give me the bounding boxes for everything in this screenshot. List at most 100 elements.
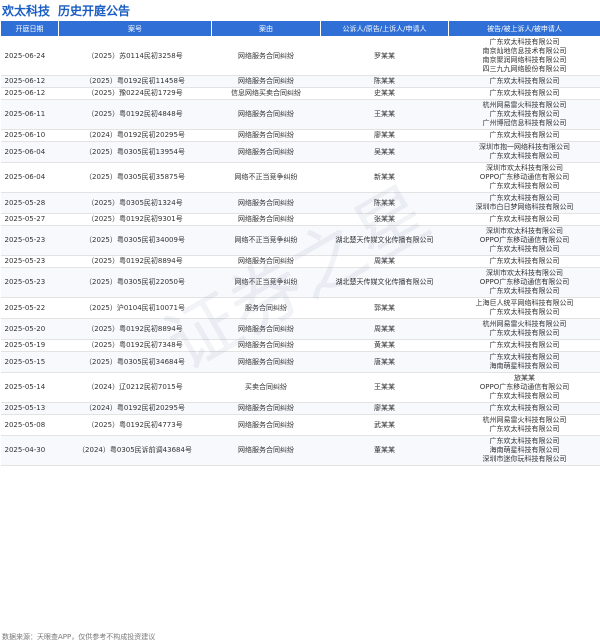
plaintiff-cell: 张某某	[320, 213, 449, 226]
hearing-records-table: 开庭日期 案号 案由 公诉人/原告/上诉人/申请人 被告/被上诉人/被申请人 2…	[0, 20, 600, 466]
case-number-cell: （2025）粤0192民初8894号	[58, 318, 212, 340]
hearing-date-cell: 2025-05-14	[0, 372, 59, 403]
defendants-cell: 广东欢太科技有限公司	[448, 255, 600, 268]
case-number-cell: （2024）粤0192民初20295号	[58, 402, 212, 415]
case-number-cell: （2025）粤0305民初34684号	[58, 351, 212, 373]
defendant-name: 广东欢太科技有限公司	[489, 194, 560, 202]
defendants-cell: 深圳市欢太科技有限公司 OPPO广东移动通信有限公司 广东欢太科技有限公司	[448, 162, 600, 193]
plaintiff-cell: 陈某某	[320, 75, 449, 88]
hearing-date-cell: 2025-05-15	[0, 351, 59, 373]
defendant-name: 广东欢太科技有限公司	[489, 131, 560, 139]
defendants-cell: 深圳市抱一网络科技有限公司 广东欢太科技有限公司	[448, 141, 600, 163]
case-number-cell: （2025）沪0104民初10071号	[58, 297, 212, 319]
table-row: 2025-05-14 （2024）辽0212民初7015号 买卖合同纠纷 王某某 旅某某…	[0, 372, 600, 403]
cause-cell: 网络服务合同纠纷	[211, 36, 321, 76]
defendant-name: 广州博冠信息科技有限公司	[482, 119, 567, 127]
defendant-name: 广东欢太科技有限公司	[489, 329, 560, 337]
defendant-name: OPPO广东移动通信有限公司	[479, 236, 570, 244]
defendant-name: 广东欢太科技有限公司	[489, 287, 560, 295]
plaintiff-cell: 唐某某	[320, 351, 449, 373]
table-row: 2025-05-13 （2024）粤0192民初20295号 网络服务合同纠纷 廖某某…	[0, 402, 600, 415]
hearing-date-cell: 2025-05-28	[0, 192, 59, 214]
case-number-cell: （2025）粤0305民初35875号	[58, 162, 212, 193]
cause-cell: 网络服务合同纠纷	[211, 414, 321, 436]
column-header-cause: 案由	[211, 20, 321, 37]
hearing-date-cell: 2025-06-12	[0, 75, 59, 88]
defendant-name: 旅某某	[514, 374, 535, 382]
plaintiff-cell: 吴某某	[320, 141, 449, 163]
table-row: 2025-06-11 （2025）粤0192民初4848号 网络服务合同纠纷 王某某杭…	[0, 99, 600, 130]
plaintiff-cell: 郭某某	[320, 297, 449, 319]
cause-cell: 买卖合同纠纷	[211, 372, 321, 403]
defendant-name: 深圳市抱一网络科技有限公司	[479, 143, 570, 151]
case-number-cell: （2024）粤0192民初20295号	[58, 129, 212, 142]
table-row: 2025-06-12 （2025）豫0224民初1729号 信息网络买卖合同纠纷 史某…	[0, 87, 600, 100]
cause-cell: 网络服务合同纠纷	[211, 351, 321, 373]
hearing-date-cell: 2025-06-04	[0, 141, 59, 163]
defendants-cell: 广东欢太科技有限公司 海南萌星科技有限公司	[448, 351, 600, 373]
hearing-date-cell: 2025-05-23	[0, 255, 59, 268]
defendant-name: OPPO广东移动通信有限公司	[479, 383, 570, 391]
defendants-cell: 广东欢太科技有限公司 海南萌星科技有限公司 深圳市迷你玩科技有限公司	[448, 435, 600, 466]
defendants-cell: 广东欢太科技有限公司	[448, 129, 600, 142]
defendant-name: 杭州网易雷火科技有限公司	[482, 320, 567, 328]
table-row: 2025-05-08 （2025）粤0192民初4773号 网络服务合同纠纷 武某某杭…	[0, 414, 600, 436]
hearing-date-cell: 2025-06-04	[0, 162, 59, 193]
hearing-date-cell: 2025-05-13	[0, 402, 59, 415]
plaintiff-cell: 罗某某	[320, 36, 449, 76]
cause-cell: 信息网络买卖合同纠纷	[211, 87, 321, 100]
plaintiff-cell: 廖某某	[320, 402, 449, 415]
data-source-note: 数据来源：天眼查APP，仅供参考不构成投资建议	[2, 633, 156, 641]
defendants-cell: 杭州网易雷火科技有限公司 广东欢太科技有限公司	[448, 318, 600, 340]
plaintiff-cell: 新某某	[320, 162, 449, 193]
hearing-date-cell: 2025-04-30	[0, 435, 59, 466]
company-name: 欢太科技	[2, 3, 51, 18]
table-body: 2025-06-24 （2025）苏0114民初3258号 网络服务合同纠纷 罗某某广…	[0, 36, 600, 466]
table-row: 2025-05-28 （2025）粤0305民初1324号 网络服务合同纠纷 陈某某广…	[0, 192, 600, 214]
column-header-date: 开庭日期	[0, 20, 59, 37]
defendant-name: 广东欢太科技有限公司	[489, 341, 560, 349]
cause-cell: 网络服务合同纠纷	[211, 213, 321, 226]
defendants-cell: 广东欢太科技有限公司 南京灿地信息技术有限公司 南京聚润网络科技有限公司 四三九九网络…	[448, 36, 600, 76]
cause-cell: 网络服务合同纠纷	[211, 318, 321, 340]
defendant-name: 海南萌星科技有限公司	[489, 362, 560, 370]
page-title-bar: 欢太科技 历史开庭公告	[0, 0, 600, 20]
defendant-name: 上海巨人统平网络科技有限公司	[475, 299, 574, 307]
plaintiff-cell: 王某某	[320, 372, 449, 403]
table-header-row: 开庭日期 案号 案由 公诉人/原告/上诉人/申请人 被告/被上诉人/被申请人	[0, 20, 600, 37]
case-number-cell: （2025）粤0192民初11458号	[58, 75, 212, 88]
cause-cell: 网络不正当竞争纠纷	[211, 225, 321, 256]
table-row: 2025-05-19 （2025）粤0192民初7348号 网络服务合同纠纷 黄某某 广…	[0, 339, 600, 352]
plaintiff-cell: 董某某	[320, 435, 449, 466]
cause-cell: 网络不正当竞争纠纷	[211, 162, 321, 193]
case-number-cell: （2025）粤0192民初4773号	[58, 414, 212, 436]
plaintiff-cell: 周某某	[320, 318, 449, 340]
table-row: 2025-06-24 （2025）苏0114民初3258号 网络服务合同纠纷 罗某某广…	[0, 36, 600, 76]
defendants-cell: 广东欢太科技有限公司	[448, 339, 600, 352]
cause-cell: 网络服务合同纠纷	[211, 255, 321, 268]
cause-cell: 网络服务合同纠纷	[211, 402, 321, 415]
defendant-name: 广东欢太科技有限公司	[489, 392, 560, 400]
defendant-name: 广东欢太科技有限公司	[489, 308, 560, 316]
defendants-cell: 杭州网易雷火科技有限公司 广东欢太科技有限公司	[448, 414, 600, 436]
case-number-cell: （2025）苏0114民初3258号	[58, 36, 212, 76]
table-row: 2025-04-30 （2024）粤0305民诉前调43684号 网络服务合同纠纷董…	[0, 435, 600, 466]
hearing-date-cell: 2025-05-27	[0, 213, 59, 226]
defendants-cell: 广东欢太科技有限公司	[448, 213, 600, 226]
table-row: 2025-06-12 （2025）粤0192民初11458号 网络服务合同纠纷 陈某某…	[0, 75, 600, 88]
table-row: 2025-05-27 （2025）粤0192民初9301号 网络服务合同纠纷 张某某 广…	[0, 213, 600, 226]
defendant-name: 广东欢太科技有限公司	[489, 425, 560, 433]
case-number-cell: （2025）粤0305民初1324号	[58, 192, 212, 214]
cause-cell: 网络服务合同纠纷	[211, 339, 321, 352]
table-row: 2025-05-22 （2025）沪0104民初10071号 服务合同纠纷 郭某某 上海…	[0, 297, 600, 319]
defendant-name: 杭州网易雷火科技有限公司	[482, 416, 567, 424]
table-row: 2025-06-10 （2024）粤0192民初20295号 网络服务合同纠纷 廖某某…	[0, 129, 600, 142]
table-row: 2025-05-23 （2025）粤0305民初34009号 网络不正当竞争纠纷 湖北…	[0, 225, 600, 256]
case-number-cell: （2024）辽0212民初7015号	[58, 372, 212, 403]
hearing-date-cell: 2025-06-11	[0, 99, 59, 130]
defendant-name: 广东欢太科技有限公司	[489, 353, 560, 361]
defendants-cell: 深圳市欢太科技有限公司 OPPO广东移动通信有限公司 广东欢太科技有限公司	[448, 225, 600, 256]
defendant-name: OPPO广东移动通信有限公司	[479, 173, 570, 181]
defendant-name: 深圳市欢太科技有限公司	[486, 269, 563, 277]
plaintiff-cell: 廖某某	[320, 129, 449, 142]
